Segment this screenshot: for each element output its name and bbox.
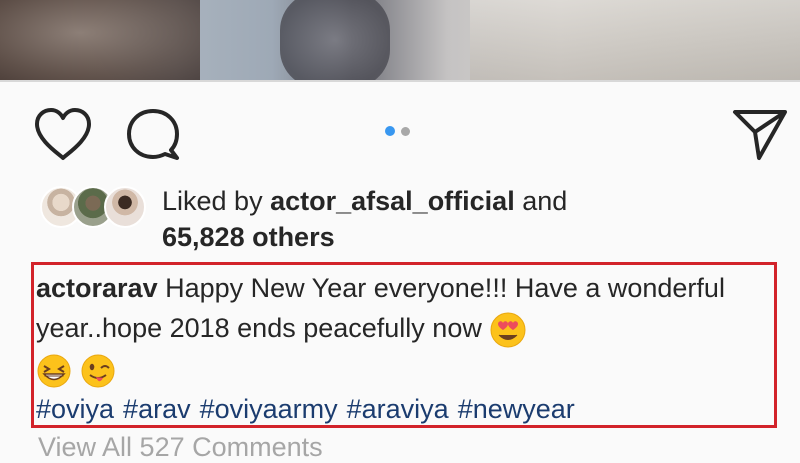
post-caption: actorarav Happy New Year everyone!!! Hav…	[36, 268, 766, 429]
heart-eyes-emoji-icon	[489, 311, 527, 349]
liked-by-user-link[interactable]: actor_afsal_official	[270, 186, 515, 216]
hashtag-link[interactable]: #araviya	[347, 394, 449, 424]
hashtag-list: #oviya #arav #oviyaarmy #araviya #newyear	[36, 394, 584, 424]
carousel-indicator	[385, 126, 410, 136]
liker-avatars	[40, 186, 146, 230]
view-comments-link[interactable]: View All 527 Comments	[38, 432, 323, 463]
hashtag-link[interactable]: #oviya	[36, 394, 114, 424]
hashtag-link[interactable]: #oviyaarmy	[200, 394, 338, 424]
post-action-bar	[0, 96, 800, 168]
liked-by-line: Liked by actor_afsal_official and	[162, 185, 567, 217]
post-photo[interactable]	[0, 0, 800, 82]
paper-plane-icon[interactable]	[731, 104, 789, 162]
heart-icon[interactable]	[33, 106, 93, 162]
carousel-dot	[401, 127, 410, 136]
liked-by-connector: and	[522, 186, 568, 216]
likes-summary[interactable]: Liked by actor_afsal_official and 65,828…	[40, 183, 780, 253]
carousel-dot-active	[385, 126, 395, 136]
liked-by-prefix: Liked by	[162, 186, 263, 216]
grinning-emoji-icon	[36, 353, 72, 389]
likes-count[interactable]: 65,828 others	[162, 221, 335, 253]
comment-icon[interactable]	[125, 106, 183, 162]
caption-username[interactable]: actorarav	[36, 273, 158, 303]
winking-tongue-emoji-icon	[80, 353, 116, 389]
avatar	[104, 186, 146, 228]
hashtag-link[interactable]: #arav	[123, 394, 191, 424]
hashtag-link[interactable]: #newyear	[458, 394, 575, 424]
